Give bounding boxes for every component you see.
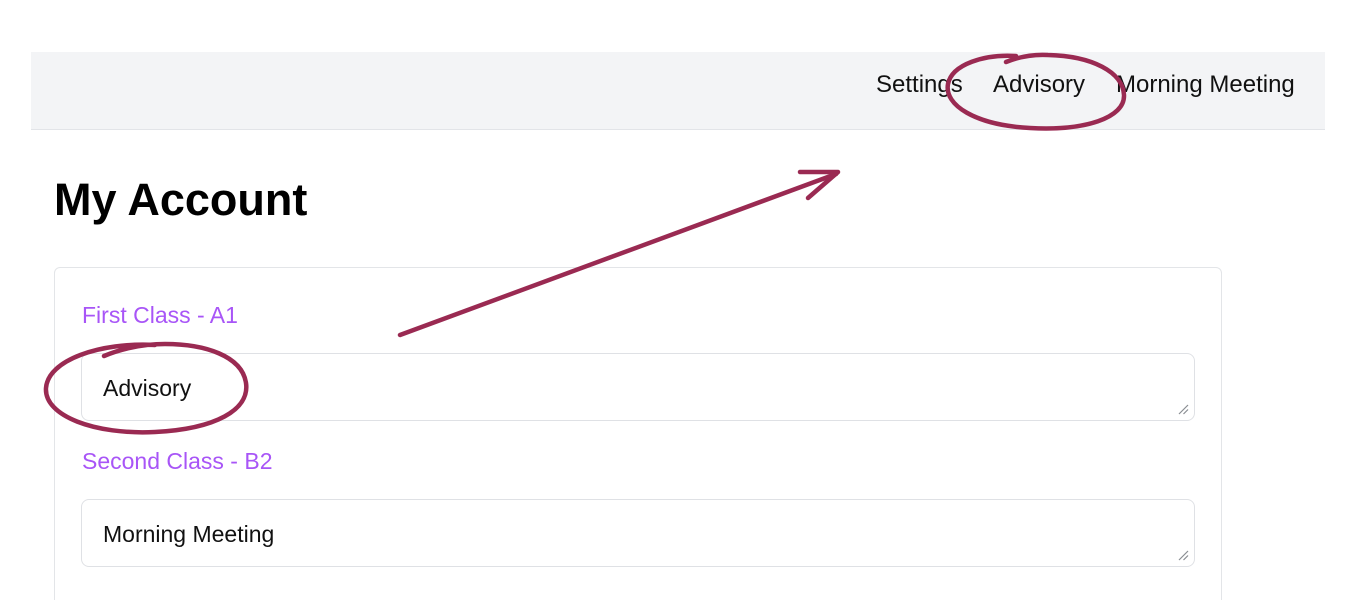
second-class-value: Morning Meeting: [103, 521, 275, 547]
first-class-label: First Class - A1: [82, 302, 238, 328]
first-class-value: Advisory: [103, 375, 192, 401]
nav-item-advisory[interactable]: Advisory: [993, 71, 1085, 99]
second-class-textarea[interactable]: Morning Meeting: [81, 499, 1195, 567]
top-navbar: Settings Advisory Morning Meeting: [31, 52, 1325, 130]
resize-handle-icon[interactable]: [1177, 403, 1189, 415]
nav-item-settings[interactable]: Settings: [876, 71, 963, 99]
first-class-textarea[interactable]: Advisory: [81, 353, 1195, 421]
arrow-head-icon: [797, 169, 841, 201]
page-stage: Settings Advisory Morning Meeting My Acc…: [0, 0, 1358, 600]
nav-item-morning-meeting[interactable]: Morning Meeting: [1116, 71, 1295, 99]
resize-handle-icon[interactable]: [1177, 549, 1189, 561]
page-title: My Account: [54, 174, 308, 225]
second-class-label: Second Class - B2: [82, 448, 273, 474]
